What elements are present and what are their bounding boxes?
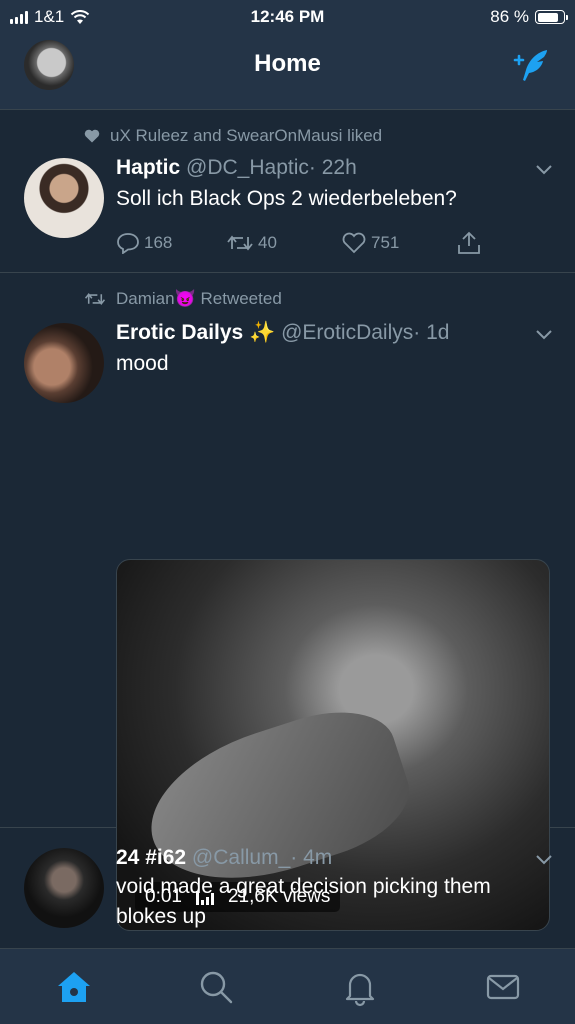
tweet-card[interactable]: uX Ruleez and SwearOnMausi liked Haptic … [0, 110, 575, 273]
author-handle[interactable]: @EroticDailys [281, 321, 413, 344]
tweet-card[interactable]: Damian😈 Retweeted Erotic Dailys ✨ @Eroti… [0, 273, 575, 971]
author-handle[interactable]: @Callum_ [192, 846, 290, 869]
heart-icon [84, 129, 100, 143]
bottom-tab-bar [0, 948, 575, 1024]
battery-icon [535, 10, 568, 24]
like-count: 751 [371, 233, 400, 252]
author-avatar[interactable] [24, 848, 104, 928]
status-bar: 1&1 12:46 PM 86 % [0, 0, 575, 34]
retweet-icon [227, 235, 253, 251]
retweet-count: 40 [258, 233, 277, 252]
reply-icon [117, 233, 139, 254]
timeline: uX Ruleez and SwearOnMausi liked Haptic … [0, 110, 575, 1008]
tweet-text: Soll ich Black Ops 2 wiederbeleben? [116, 187, 457, 210]
tweet-text: void made a great decision picking them … [116, 875, 491, 928]
chevron-down-icon[interactable] [535, 854, 553, 866]
author-handle[interactable]: @DC_Haptic [186, 156, 309, 179]
reply-count: 168 [144, 233, 173, 252]
retweet-button[interactable]: 40 [226, 230, 341, 256]
battery-percent: 86 % [490, 7, 529, 26]
tweet-header: Haptic @DC_Haptic· 22h [116, 156, 357, 180]
author-name[interactable]: Erotic Dailys [116, 321, 243, 344]
reply-button[interactable]: 168 [116, 230, 226, 256]
social-context: Damian😈 Retweeted [84, 289, 282, 309]
notifications-icon[interactable] [340, 967, 380, 1007]
status-right: 86 % [490, 7, 568, 27]
tweet-header: 24 #i62 @Callum_· 4m [116, 846, 332, 870]
author-name[interactable]: Haptic [116, 156, 180, 179]
tweet-header: Erotic Dailys ✨ @EroticDailys· 1d [116, 321, 449, 345]
context-text: uX Ruleez and SwearOnMausi liked [110, 126, 383, 145]
home-icon[interactable] [54, 967, 94, 1007]
chevron-down-icon[interactable] [535, 164, 553, 176]
tweet-time: · 4m [290, 846, 333, 869]
compose-tweet-icon[interactable] [509, 46, 551, 86]
devil-emoji: 😈 [174, 289, 196, 308]
search-icon[interactable] [196, 967, 236, 1007]
status-time: 12:46 PM [250, 7, 325, 26]
like-button[interactable]: 751 [341, 230, 456, 256]
author-avatar[interactable] [24, 323, 104, 403]
battery-level [537, 12, 559, 22]
like-icon [342, 232, 366, 254]
retweet-icon [84, 293, 106, 305]
page-title: Home [254, 50, 321, 77]
tweet-time: · 1d [413, 321, 450, 344]
author-avatar[interactable] [24, 158, 104, 238]
tweet-time: · 22h [308, 156, 357, 179]
top-navigation: Home [0, 34, 575, 110]
context-text: Damian😈 Retweeted [116, 289, 282, 308]
tweet-text: mood [116, 352, 169, 375]
messages-icon[interactable] [483, 967, 523, 1007]
sparkles-emoji: ✨ [249, 321, 276, 344]
author-name[interactable]: 24 #i62 [116, 846, 186, 869]
chevron-down-icon[interactable] [535, 329, 553, 341]
social-context: uX Ruleez and SwearOnMausi liked [84, 126, 382, 146]
tweet-actions: 168 40 751 [116, 230, 496, 256]
share-icon[interactable] [456, 230, 482, 256]
